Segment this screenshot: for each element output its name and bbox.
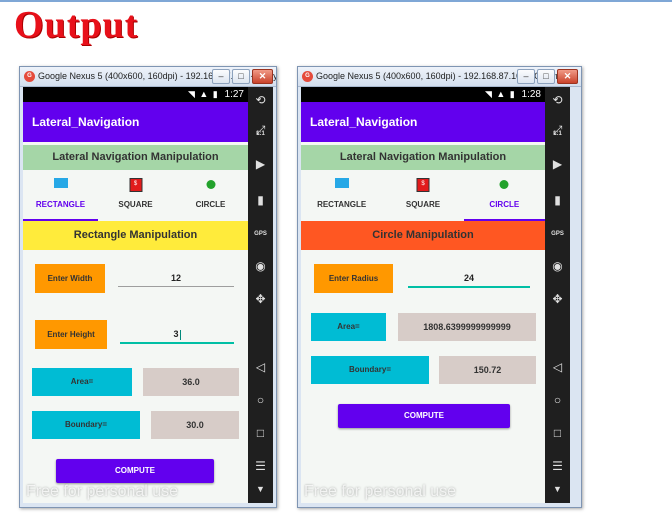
watermark: Free for personal use	[304, 483, 457, 500]
menu-icon[interactable]: ☰	[248, 459, 273, 473]
emulator-window-rectangle: G Google Nexus 5 (400x600, 160dpi) - 192…	[19, 66, 277, 508]
status-time: 1:28	[521, 89, 541, 100]
app-bar-title: Lateral_Navigation	[23, 102, 248, 142]
phone-screen: ◥ ▲ ▮ 1:27 Lateral_Navigation Lateral Na…	[23, 87, 248, 503]
radius-label: Enter Radius	[314, 264, 393, 293]
phone-screen: ◥ ▲ ▮ 1:28 Lateral_Navigation Lateral Na…	[301, 87, 545, 503]
window-titlebar[interactable]: G Google Nexus 5 (400x600, 160dpi) - 192…	[20, 67, 276, 87]
watermark: Free for personal use	[26, 483, 179, 500]
radius-input[interactable]: 24	[408, 270, 530, 288]
gps-icon[interactable]: GPS	[545, 231, 570, 237]
home-icon[interactable]: ○	[248, 393, 273, 407]
tab-label: RECTANGLE	[35, 200, 86, 209]
square-icon: $	[416, 178, 430, 192]
subheader: Lateral Navigation Manipulation	[301, 145, 545, 170]
tab-rectangle[interactable]: RECTANGLE	[301, 175, 382, 221]
tab-label: CIRCLE	[489, 200, 520, 209]
maximize-button[interactable]: □	[537, 69, 555, 84]
dpad-icon[interactable]: ✥	[248, 292, 273, 306]
boundary-label: Boundary=	[32, 411, 140, 439]
area-value: 1808.6399999999999	[398, 313, 536, 341]
emulator-window-circle: G Google Nexus 5 (400x600, 160dpi) - 192…	[297, 66, 582, 508]
close-button[interactable]: ✕	[252, 69, 273, 84]
close-button[interactable]: ✕	[557, 69, 578, 84]
status-bar: ◥ ▲ ▮ 1:28	[301, 87, 545, 102]
pixel-perfect-icon[interactable]: 1:1	[545, 131, 570, 137]
tab-label: SQUARE	[118, 200, 153, 209]
tab-square[interactable]: $ SQUARE	[98, 175, 173, 221]
height-input[interactable]: 3	[120, 326, 234, 344]
maximize-button[interactable]: □	[232, 69, 250, 84]
battery-icon[interactable]: ▮	[248, 193, 273, 207]
minimize-button[interactable]: –	[517, 69, 535, 84]
boundary-value: 150.72	[439, 356, 536, 384]
height-value: 3	[173, 329, 179, 339]
tab-bar: RECTANGLE $ SQUARE CIRCLE	[301, 175, 545, 221]
circle-icon	[206, 180, 215, 189]
pixel-perfect-icon[interactable]: 1:1	[248, 131, 273, 137]
tab-label: SQUARE	[405, 200, 441, 209]
genymotion-icon: G	[24, 71, 35, 82]
back-icon[interactable]: ◁	[545, 360, 570, 374]
tab-rectangle[interactable]: RECTANGLE	[23, 175, 98, 221]
tab-circle[interactable]: CIRCLE	[463, 175, 545, 221]
tab-bar: RECTANGLE $ SQUARE CIRCLE	[23, 175, 248, 221]
top-divider	[0, 0, 672, 2]
compute-button[interactable]: COMPUTE	[56, 459, 214, 483]
area-label: Area=	[311, 313, 386, 341]
volume-down-icon[interactable]: ▼	[248, 484, 273, 494]
app-bar-title: Lateral_Navigation	[301, 102, 545, 142]
section-title: Circle Manipulation	[301, 221, 545, 250]
window-titlebar[interactable]: G Google Nexus 5 (400x600, 160dpi) - 192…	[298, 67, 581, 87]
circle-icon	[499, 180, 509, 189]
square-icon: $	[129, 178, 142, 192]
video-icon[interactable]: ▶	[545, 157, 570, 171]
boundary-value: 30.0	[151, 411, 239, 439]
rectangle-icon	[53, 178, 68, 188]
camera-icon[interactable]: ◉	[545, 259, 570, 273]
tab-square[interactable]: $ SQUARE	[382, 175, 463, 221]
tab-label: CIRCLE	[195, 200, 226, 209]
tab-circle[interactable]: CIRCLE	[173, 175, 248, 221]
volume-down-icon[interactable]: ▼	[545, 484, 570, 494]
height-label: Enter Height	[35, 320, 107, 349]
status-time: 1:27	[224, 89, 244, 100]
rotate-icon[interactable]: ⟲	[545, 93, 570, 107]
wifi-signal-battery-icon: ◥ ▲ ▮	[484, 89, 516, 99]
rotate-icon[interactable]: ⟲	[248, 93, 273, 107]
video-icon[interactable]: ▶	[248, 157, 273, 171]
genymotion-icon: G	[302, 71, 313, 82]
recent-apps-icon[interactable]: □	[248, 426, 273, 440]
emulator-toolbar: ⟲ ⤢ 1:1 ▶ ▮ GPS ◉ ✥ ◁ ○ □ ☰ ▼	[248, 87, 273, 503]
recent-apps-icon[interactable]: □	[545, 426, 570, 440]
area-label: Area=	[32, 368, 132, 396]
subheader: Lateral Navigation Manipulation	[23, 145, 248, 170]
output-heading: Output	[14, 4, 139, 46]
width-input[interactable]: 12	[118, 270, 234, 287]
dpad-icon[interactable]: ✥	[545, 292, 570, 306]
emulator-toolbar: ⟲ ⤢ 1:1 ▶ ▮ GPS ◉ ✥ ◁ ○ □ ☰ ▼	[545, 87, 570, 503]
tab-label: RECTANGLE	[317, 200, 367, 209]
minimize-button[interactable]: –	[212, 69, 230, 84]
home-icon[interactable]: ○	[545, 393, 570, 407]
camera-icon[interactable]: ◉	[248, 259, 273, 273]
compute-button[interactable]: COMPUTE	[338, 404, 510, 428]
status-bar: ◥ ▲ ▮ 1:27	[23, 87, 248, 102]
rectangle-icon	[334, 178, 349, 188]
boundary-label: Boundary=	[311, 356, 429, 384]
gps-icon[interactable]: GPS	[248, 231, 273, 237]
text-cursor	[179, 329, 181, 340]
wifi-signal-battery-icon: ◥ ▲ ▮	[187, 89, 219, 99]
area-value: 36.0	[143, 368, 239, 396]
menu-icon[interactable]: ☰	[545, 459, 570, 473]
battery-icon[interactable]: ▮	[545, 193, 570, 207]
section-title: Rectangle Manipulation	[23, 221, 248, 250]
back-icon[interactable]: ◁	[248, 360, 273, 374]
width-label: Enter Width	[35, 264, 105, 293]
